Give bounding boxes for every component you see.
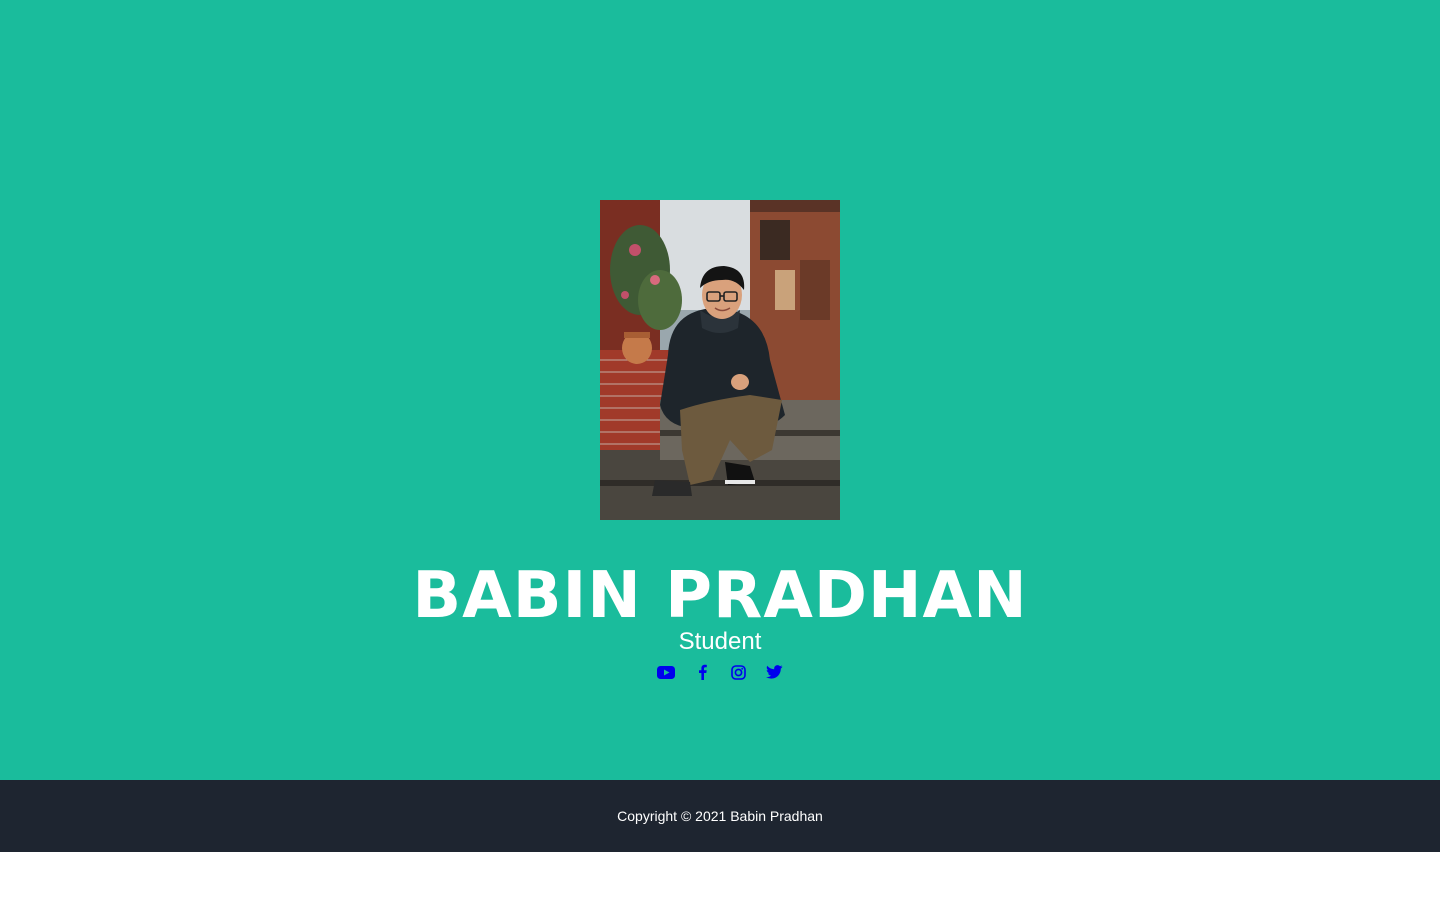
profile-name: BABIN PRADHAN — [412, 559, 1028, 633]
profile-photo — [600, 200, 840, 520]
profile-role: Student — [678, 628, 762, 655]
social-links — [0, 660, 1440, 684]
copyright-text: Copyright © 2021 Babin Pradhan — [617, 808, 823, 824]
youtube-icon — [657, 665, 675, 679]
twitter-link[interactable] — [762, 660, 786, 684]
twitter-icon — [765, 665, 783, 679]
youtube-link[interactable] — [654, 660, 678, 684]
instagram-link[interactable] — [726, 660, 750, 684]
facebook-link[interactable] — [690, 660, 714, 684]
instagram-icon — [730, 664, 746, 680]
facebook-icon — [698, 664, 707, 680]
hero-section: BABIN PRADHAN Student — [0, 0, 1440, 780]
